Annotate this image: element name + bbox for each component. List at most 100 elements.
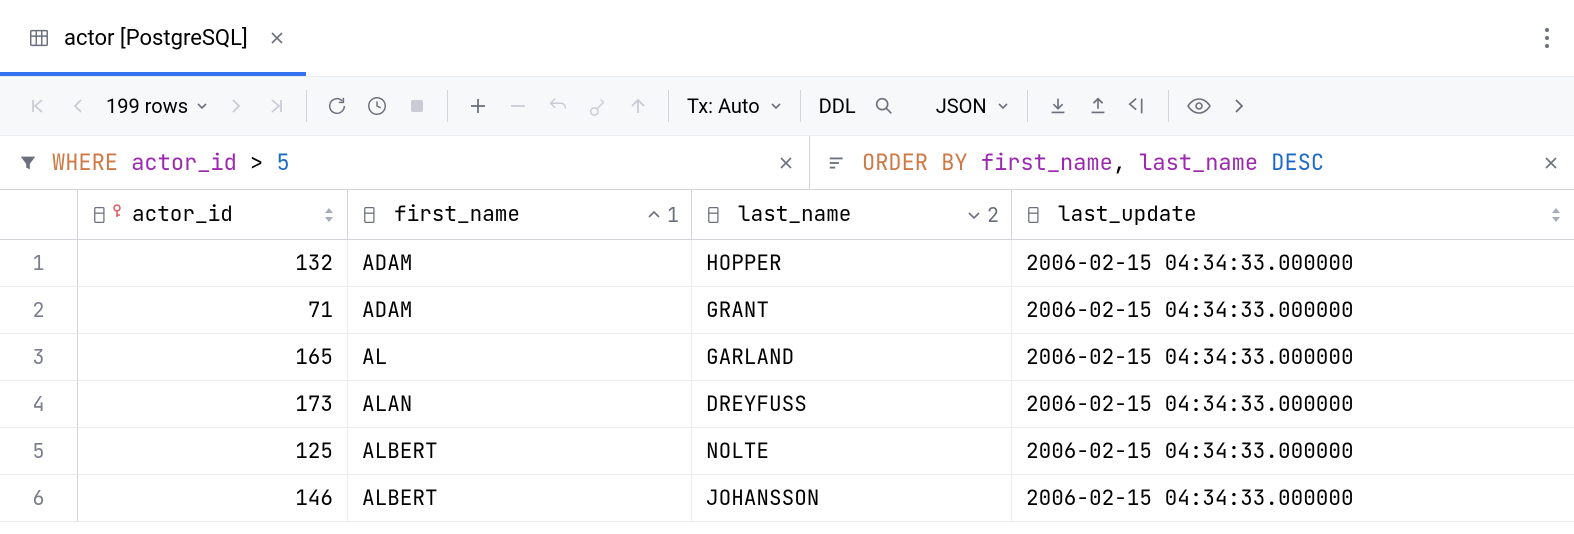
toolbar: 199 rows Tx: Auto bbox=[0, 76, 1574, 136]
table-icon bbox=[28, 27, 50, 49]
cell-last-name[interactable]: JOHANSSON bbox=[692, 475, 1012, 521]
cell-first-name[interactable]: ALBERT bbox=[348, 428, 692, 474]
separator bbox=[800, 90, 801, 122]
next-page-button[interactable] bbox=[216, 86, 256, 126]
chevron-down-icon bbox=[997, 100, 1009, 112]
cell-last-update[interactable]: 2006-02-15 04:34:33.000000 bbox=[1012, 287, 1574, 333]
tab-actor[interactable]: actor [PostgreSQL] bbox=[0, 0, 306, 76]
separator bbox=[1027, 90, 1028, 122]
cell-first-name[interactable]: ALBERT bbox=[348, 475, 692, 521]
cell-last-name[interactable]: GARLAND bbox=[692, 334, 1012, 380]
import-button[interactable] bbox=[1078, 86, 1118, 126]
cell-actor-id[interactable]: 125 bbox=[78, 428, 348, 474]
cell-last-name[interactable]: DREYFUSS bbox=[692, 381, 1012, 427]
where-filter-input[interactable]: WHERE actor_id > 5 bbox=[0, 136, 810, 189]
filter-icon bbox=[14, 149, 42, 177]
separator bbox=[1168, 90, 1169, 122]
column-name: last_update bbox=[1058, 201, 1197, 228]
separator bbox=[306, 90, 307, 122]
column-icon bbox=[1026, 204, 1048, 226]
extractor-dropdown[interactable]: JSON bbox=[928, 94, 1017, 118]
row-number[interactable]: 3 bbox=[0, 334, 78, 380]
grid-body: 1 132 ADAM HOPPER 2006-02-15 04:34:33.00… bbox=[0, 240, 1574, 522]
column-name: last_name bbox=[738, 201, 851, 228]
sort-icon bbox=[824, 149, 852, 177]
sort-indicator-asc: 1 bbox=[647, 202, 679, 228]
cell-first-name[interactable]: ADAM bbox=[348, 287, 692, 333]
cell-last-name[interactable]: HOPPER bbox=[692, 240, 1012, 286]
tx-mode-dropdown[interactable]: Tx: Auto bbox=[679, 94, 790, 118]
cell-last-update[interactable]: 2006-02-15 04:34:33.000000 bbox=[1012, 334, 1574, 380]
clear-filter-button[interactable] bbox=[779, 156, 793, 170]
cell-actor-id[interactable]: 146 bbox=[78, 475, 348, 521]
view-mode-button[interactable] bbox=[1179, 86, 1219, 126]
separator bbox=[668, 90, 669, 122]
export-button[interactable] bbox=[1038, 86, 1078, 126]
sort-indicator bbox=[323, 206, 335, 224]
history-button[interactable] bbox=[357, 86, 397, 126]
cell-last-update[interactable]: 2006-02-15 04:34:33.000000 bbox=[1012, 240, 1574, 286]
cell-actor-id[interactable]: 173 bbox=[78, 381, 348, 427]
row-count-dropdown[interactable]: 199 rows bbox=[98, 94, 216, 118]
cell-first-name[interactable]: ALAN bbox=[348, 381, 692, 427]
cell-last-update[interactable]: 2006-02-15 04:34:33.000000 bbox=[1012, 428, 1574, 474]
cell-first-name[interactable]: AL bbox=[348, 334, 692, 380]
row-number[interactable]: 6 bbox=[0, 475, 78, 521]
cell-last-name[interactable]: GRANT bbox=[692, 287, 1012, 333]
chevron-down-icon bbox=[770, 100, 782, 112]
table-row[interactable]: 6 146 ALBERT JOHANSSON 2006-02-15 04:34:… bbox=[0, 475, 1574, 522]
orderby-input[interactable]: ORDER BY first_name, last_name DESC bbox=[810, 136, 1574, 189]
column-icon bbox=[706, 204, 728, 226]
table-row[interactable]: 3 165 AL GARLAND 2006-02-15 04:34:33.000… bbox=[0, 334, 1574, 381]
ddl-label: DDL bbox=[819, 94, 856, 118]
column-header-last-update[interactable]: last_update bbox=[1012, 190, 1574, 239]
first-page-button[interactable] bbox=[18, 86, 58, 126]
row-number[interactable]: 2 bbox=[0, 287, 78, 333]
add-row-button[interactable] bbox=[458, 86, 498, 126]
ddl-button[interactable]: DDL bbox=[811, 94, 864, 118]
row-count-label: 199 rows bbox=[106, 94, 188, 118]
tab-more-button[interactable] bbox=[1544, 27, 1550, 49]
revert-button[interactable] bbox=[538, 86, 578, 126]
row-number[interactable]: 1 bbox=[0, 240, 78, 286]
filter-sort-bar: WHERE actor_id > 5 ORDER BY first_name, … bbox=[0, 136, 1574, 190]
where-clause-text: WHERE actor_id > 5 bbox=[52, 148, 290, 177]
table-row[interactable]: 1 132 ADAM HOPPER 2006-02-15 04:34:33.00… bbox=[0, 240, 1574, 287]
sort-indicator bbox=[1550, 206, 1562, 224]
rownum-header[interactable] bbox=[0, 190, 78, 239]
last-page-button[interactable] bbox=[256, 86, 296, 126]
close-tab-button[interactable] bbox=[270, 31, 284, 45]
submit-button[interactable] bbox=[618, 86, 658, 126]
table-row[interactable]: 5 125 ALBERT NOLTE 2006-02-15 04:34:33.0… bbox=[0, 428, 1574, 475]
search-button[interactable] bbox=[864, 86, 904, 126]
cell-last-update[interactable]: 2006-02-15 04:34:33.000000 bbox=[1012, 475, 1574, 521]
prev-page-button[interactable] bbox=[58, 86, 98, 126]
cell-actor-id[interactable]: 165 bbox=[78, 334, 348, 380]
cell-last-name[interactable]: NOLTE bbox=[692, 428, 1012, 474]
next-panel-button[interactable] bbox=[1219, 86, 1259, 126]
cell-last-update[interactable]: 2006-02-15 04:34:33.000000 bbox=[1012, 381, 1574, 427]
sort-indicator-desc: 2 bbox=[967, 202, 999, 228]
tx-mode-label: Tx: Auto bbox=[687, 94, 760, 118]
column-header-last-name[interactable]: last_name 2 bbox=[692, 190, 1012, 239]
cell-actor-id[interactable]: 132 bbox=[78, 240, 348, 286]
delete-row-button[interactable] bbox=[498, 86, 538, 126]
orderby-clause-text: ORDER BY first_name, last_name DESC bbox=[862, 148, 1324, 177]
separator bbox=[447, 90, 448, 122]
tab-title: actor [PostgreSQL] bbox=[64, 26, 248, 51]
cell-actor-id[interactable]: 71 bbox=[78, 287, 348, 333]
compare-button[interactable] bbox=[1118, 86, 1158, 126]
table-row[interactable]: 2 71 ADAM GRANT 2006-02-15 04:34:33.0000… bbox=[0, 287, 1574, 334]
column-header-actor-id[interactable]: actor_id bbox=[78, 190, 348, 239]
pk-column-icon bbox=[92, 204, 122, 226]
stop-button[interactable] bbox=[397, 86, 437, 126]
tab-bar: actor [PostgreSQL] bbox=[0, 0, 1574, 76]
column-header-first-name[interactable]: first_name 1 bbox=[348, 190, 692, 239]
table-row[interactable]: 4 173 ALAN DREYFUSS 2006-02-15 04:34:33.… bbox=[0, 381, 1574, 428]
clear-sort-button[interactable] bbox=[1544, 156, 1558, 170]
row-number[interactable]: 5 bbox=[0, 428, 78, 474]
preview-pending-button[interactable] bbox=[578, 86, 618, 126]
cell-first-name[interactable]: ADAM bbox=[348, 240, 692, 286]
row-number[interactable]: 4 bbox=[0, 381, 78, 427]
reload-button[interactable] bbox=[317, 86, 357, 126]
